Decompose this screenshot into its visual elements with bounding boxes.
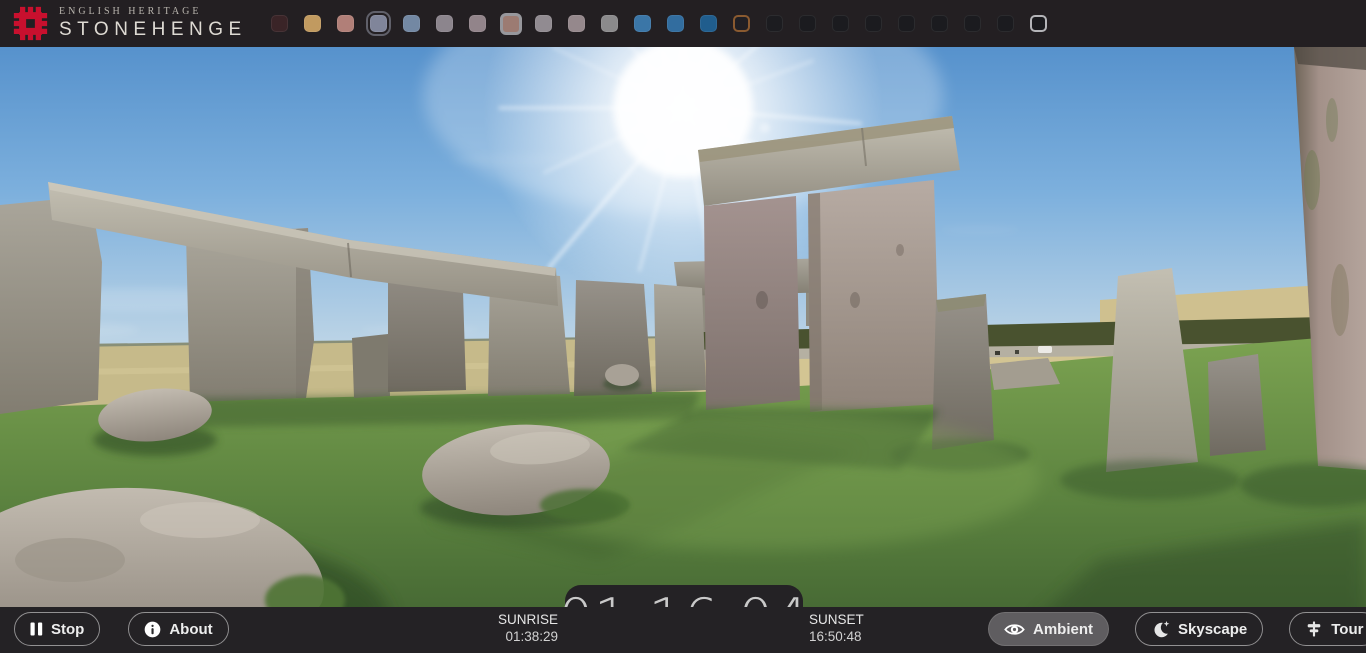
- top-bar: ENGLISH HERITAGE STONEHENGE: [0, 0, 1366, 47]
- brand-eyebrow: ENGLISH HERITAGE: [59, 6, 247, 17]
- hour-swatch-7[interactable]: [500, 13, 522, 35]
- pause-icon: [30, 622, 43, 636]
- ambient-button[interactable]: Ambient: [988, 612, 1109, 646]
- stop-button[interactable]: Stop: [14, 612, 100, 646]
- sunset-time: 16:50:48: [809, 628, 937, 645]
- hour-swatch-8[interactable]: [535, 15, 552, 32]
- hour-swatch-23[interactable]: [1030, 15, 1047, 32]
- hour-swatch-2[interactable]: [337, 15, 354, 32]
- great-trilithon: [698, 116, 960, 412]
- hour-swatch-14[interactable]: [733, 15, 750, 32]
- hour-swatch-11[interactable]: [634, 15, 651, 32]
- eye-icon: [1004, 622, 1025, 637]
- tour-button[interactable]: Tour: [1289, 612, 1366, 646]
- sunset-label: SUNSET: [809, 611, 937, 628]
- sunset-info: SUNSET 16:50:48: [809, 611, 937, 645]
- hour-swatch-16[interactable]: [799, 15, 816, 32]
- hour-swatch-18[interactable]: [865, 15, 882, 32]
- hour-swatch-6[interactable]: [469, 15, 486, 32]
- panorama-scene[interactable]: [0, 0, 1366, 653]
- hour-swatch-12[interactable]: [667, 15, 684, 32]
- sunrise-time: 01:38:29: [430, 628, 558, 645]
- hour-swatch-row: [271, 0, 1047, 47]
- hour-swatch-22[interactable]: [997, 15, 1014, 32]
- hour-swatch-15[interactable]: [766, 15, 783, 32]
- hour-swatch-21[interactable]: [964, 15, 981, 32]
- hour-swatch-3[interactable]: [370, 15, 387, 32]
- english-heritage-logo-icon: [13, 6, 48, 41]
- brand-text: ENGLISH HERITAGE STONEHENGE: [59, 6, 247, 41]
- brand: ENGLISH HERITAGE STONEHENGE: [13, 0, 247, 47]
- signpost-icon: [1305, 620, 1323, 638]
- hour-swatch-1[interactable]: [304, 15, 321, 32]
- hour-swatch-9[interactable]: [568, 15, 585, 32]
- hour-swatch-0[interactable]: [271, 15, 288, 32]
- brand-name: STONEHENGE: [59, 19, 247, 41]
- stop-label: Stop: [51, 621, 84, 638]
- playback-controls: Stop About: [14, 612, 229, 646]
- hour-swatch-10[interactable]: [601, 15, 618, 32]
- hour-swatch-4[interactable]: [403, 15, 420, 32]
- info-icon: [144, 621, 161, 638]
- tour-label: Tour: [1331, 621, 1363, 638]
- stonehenge-skyscape-app: ENGLISH HERITAGE STONEHENGE 01:16:04 Sto…: [0, 0, 1366, 653]
- skyscape-label: Skyscape: [1178, 621, 1247, 638]
- hour-swatch-5[interactable]: [436, 15, 453, 32]
- about-button[interactable]: About: [128, 612, 228, 646]
- skyscape-button[interactable]: Skyscape: [1135, 612, 1263, 646]
- sunrise-label: SUNRISE: [430, 611, 558, 628]
- hour-swatch-17[interactable]: [832, 15, 849, 32]
- about-label: About: [169, 621, 212, 638]
- moon-sparkle-icon: [1151, 620, 1170, 639]
- hour-swatch-20[interactable]: [931, 15, 948, 32]
- hour-swatch-13[interactable]: [700, 15, 717, 32]
- sunrise-info: SUNRISE 01:38:29: [430, 611, 558, 645]
- hour-swatch-19[interactable]: [898, 15, 915, 32]
- mode-controls: Ambient Skyscape Tour: [988, 612, 1366, 646]
- ambient-label: Ambient: [1033, 621, 1093, 638]
